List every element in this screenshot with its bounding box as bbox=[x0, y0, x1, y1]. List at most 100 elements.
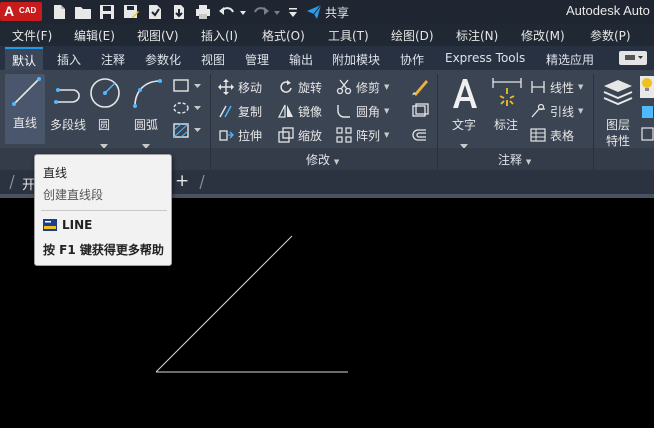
redo-icon[interactable] bbox=[252, 3, 270, 21]
mirror-icon bbox=[278, 104, 293, 118]
share-button[interactable]: 共享 bbox=[306, 2, 349, 22]
table-icon bbox=[530, 128, 546, 142]
gradient-icon[interactable] bbox=[172, 122, 204, 140]
drawn-line-diagonal[interactable] bbox=[155, 235, 293, 373]
light-bulb-button[interactable] bbox=[640, 76, 654, 98]
menu-parametric[interactable]: 参数(P) bbox=[590, 27, 631, 44]
line-tooltip: 直线 创建直线段 LINE 按 F1 键获得更多帮助 bbox=[34, 154, 172, 266]
annotation-panel-title[interactable]: 注释 ▼ bbox=[498, 151, 531, 168]
tab-manage[interactable]: 管理 bbox=[245, 51, 269, 68]
rectangle-icon[interactable] bbox=[172, 78, 204, 94]
new-file-icon[interactable] bbox=[50, 3, 68, 21]
leader-button[interactable]: 引线 ▼ bbox=[530, 102, 583, 120]
tab-express-tools[interactable]: Express Tools bbox=[445, 51, 525, 65]
menu-insert[interactable]: 插入(I) bbox=[201, 27, 238, 44]
customize-toolbar-icon[interactable] bbox=[286, 3, 300, 21]
tooltip-divider bbox=[41, 210, 167, 211]
open-web-icon[interactable] bbox=[146, 3, 164, 21]
new-tab-button[interactable]: + bbox=[175, 171, 189, 191]
app-logo[interactable]: A CAD bbox=[0, 2, 42, 21]
tab-separator-icon bbox=[199, 174, 205, 190]
line-button[interactable]: 直线 bbox=[5, 74, 45, 144]
layer-tool-icon[interactable] bbox=[641, 126, 654, 142]
move-icon bbox=[218, 79, 234, 95]
tab-featured-apps[interactable]: 精选应用 bbox=[546, 51, 594, 68]
open-folder-icon[interactable] bbox=[74, 3, 92, 21]
menu-tools[interactable]: 工具(T) bbox=[328, 27, 369, 44]
table-button[interactable]: 表格 bbox=[530, 126, 574, 144]
rotate-button[interactable]: 旋转 bbox=[278, 78, 322, 96]
menu-view[interactable]: 视图(V) bbox=[137, 27, 179, 44]
copy-icon bbox=[219, 105, 232, 118]
erase-icon[interactable] bbox=[410, 78, 430, 96]
ribbon-options-icon bbox=[625, 55, 643, 60]
arc-button[interactable]: 圆弧 bbox=[126, 76, 166, 140]
menu-modify[interactable]: 修改(M) bbox=[521, 27, 565, 44]
fillet-icon bbox=[337, 105, 350, 118]
tab-separator-icon bbox=[9, 174, 15, 190]
light-bulb-icon bbox=[642, 78, 652, 91]
trim-button[interactable]: 修剪 ▼ bbox=[336, 78, 389, 96]
text-icon bbox=[453, 79, 477, 108]
polyline-button[interactable]: 多段线 bbox=[48, 76, 88, 140]
title-bar: A CAD 共享 Autodesk Auto bbox=[0, 0, 654, 24]
arc-icon bbox=[133, 79, 162, 108]
tab-annotate[interactable]: 注释 bbox=[101, 51, 125, 68]
plot-printer-icon[interactable] bbox=[194, 3, 212, 21]
tooltip-title: 直线 bbox=[43, 166, 68, 180]
offset-icon[interactable] bbox=[410, 126, 430, 144]
copy-button[interactable]: 复制 bbox=[218, 102, 262, 120]
move-button[interactable]: 移动 bbox=[218, 78, 262, 96]
layer-state-icon[interactable] bbox=[641, 104, 654, 120]
leader-icon bbox=[531, 103, 545, 118]
menu-draw[interactable]: 绘图(D) bbox=[391, 27, 434, 44]
linear-dimension-icon bbox=[531, 81, 545, 93]
dimension-button[interactable]: 标注 bbox=[486, 76, 526, 140]
tab-default[interactable]: 默认 bbox=[5, 47, 44, 70]
explode-icon[interactable] bbox=[410, 102, 430, 120]
scale-button[interactable]: 缩放 bbox=[278, 126, 322, 144]
save-to-web-icon[interactable] bbox=[170, 3, 188, 21]
modify-panel-title[interactable]: 修改 ▼ bbox=[306, 151, 339, 168]
app-title: Autodesk Auto bbox=[566, 3, 650, 18]
tab-parametric[interactable]: 参数化 bbox=[145, 51, 181, 68]
menu-bar: 文件(F) 编辑(E) 视图(V) 插入(I) 格式(O) 工具(T) 绘图(D… bbox=[0, 24, 654, 46]
trim-icon bbox=[336, 79, 352, 95]
tab-collaborate[interactable]: 协作 bbox=[400, 51, 424, 68]
fillet-button[interactable]: 圆角 ▼ bbox=[336, 102, 389, 120]
tooltip-command: LINE bbox=[43, 218, 92, 232]
send-icon bbox=[307, 4, 322, 19]
circle-button[interactable]: 圆 bbox=[84, 76, 124, 140]
tooltip-description: 创建直线段 bbox=[43, 188, 104, 202]
dimension-icon bbox=[492, 78, 522, 106]
linear-dimension-button[interactable]: 线性 ▼ bbox=[530, 78, 583, 96]
save-icon[interactable] bbox=[98, 3, 116, 21]
redo-dropdown-icon[interactable] bbox=[272, 3, 282, 21]
save-as-icon[interactable] bbox=[122, 3, 140, 21]
undo-dropdown-icon[interactable] bbox=[238, 3, 248, 21]
layer-properties-button[interactable]: 图层 特性 bbox=[598, 76, 638, 148]
array-button[interactable]: 阵列 ▼ bbox=[336, 126, 389, 144]
undo-icon[interactable] bbox=[218, 3, 236, 21]
tab-addins[interactable]: 附加模块 bbox=[332, 51, 380, 68]
stretch-icon bbox=[219, 130, 234, 141]
menu-edit[interactable]: 编辑(E) bbox=[74, 27, 115, 44]
hatch-icon[interactable] bbox=[172, 100, 204, 116]
tab-output[interactable]: 输出 bbox=[289, 51, 313, 68]
ribbon-options-button[interactable] bbox=[619, 51, 647, 65]
line-icon bbox=[12, 77, 41, 106]
menu-format[interactable]: 格式(O) bbox=[262, 27, 305, 44]
menu-file[interactable]: 文件(F) bbox=[12, 27, 52, 44]
layer-properties-icon bbox=[603, 80, 633, 106]
scale-icon bbox=[278, 127, 294, 143]
tab-insert[interactable]: 插入 bbox=[57, 51, 81, 68]
text-button[interactable]: 文字 bbox=[444, 76, 484, 140]
circle-icon bbox=[90, 78, 120, 108]
stretch-button[interactable]: 拉伸 bbox=[218, 126, 262, 144]
command-line-icon bbox=[43, 219, 57, 231]
mirror-button[interactable]: 镜像 bbox=[278, 102, 322, 120]
array-icon bbox=[336, 127, 352, 143]
menu-dimension[interactable]: 标注(N) bbox=[456, 27, 498, 44]
tab-view[interactable]: 视图 bbox=[201, 51, 225, 68]
polyline-icon bbox=[54, 88, 80, 104]
